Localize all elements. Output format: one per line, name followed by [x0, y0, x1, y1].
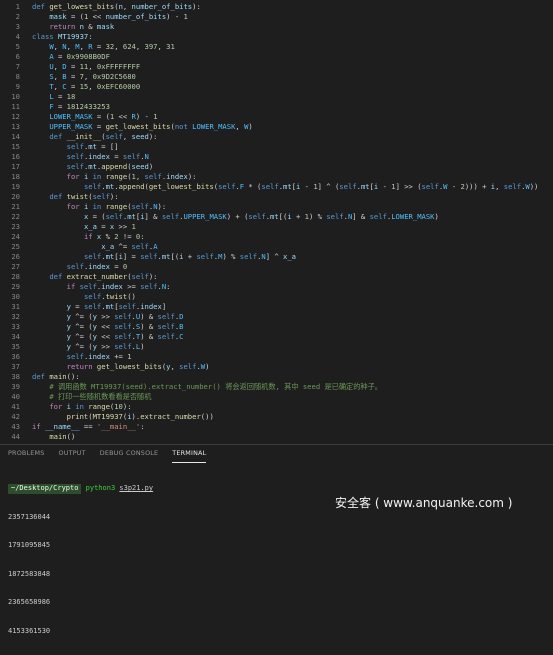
code-editor[interactable]: 1 def get_lowest_bits(n, number_of_bits):…: [0, 0, 553, 443]
line-number: 44: [11, 432, 20, 441]
tab-terminal[interactable]: TERMINAL: [172, 449, 207, 463]
prompt-path-badge: ~/Desktop/Crypto: [8, 484, 82, 494]
output-line: 4153361530: [8, 626, 51, 635]
tab-output[interactable]: OUTPUT: [58, 449, 85, 463]
prompt-path: ~/Desktop/Crypto: [11, 484, 79, 492]
output-line: 1791095845: [8, 541, 51, 549]
site-watermark: 安全客 ( www.anquanke.com ): [335, 496, 513, 510]
terminal-prompt-line: ~/Desktop/Crypto python3 s3p21.py: [8, 484, 153, 494]
code-text: main(): [49, 432, 76, 441]
terminal-command-arg: s3p21.py: [119, 484, 154, 492]
output-line: 1872583848: [8, 569, 51, 578]
tab-debug-console[interactable]: DEBUG CONSOLE: [100, 449, 159, 463]
terminal-command: python3: [85, 484, 116, 492]
panel-tabs: PROBLEMS OUTPUT DEBUG CONSOLE TERMINAL: [8, 449, 207, 463]
tab-problems[interactable]: PROBLEMS: [8, 449, 44, 463]
output-line: 2365658986: [8, 598, 51, 606]
terminal-output[interactable]: ~/Desktop/Crypto python3 s3p21.py 235713…: [8, 465, 153, 655]
code-line[interactable]: 44 main(): [0, 431, 553, 442]
